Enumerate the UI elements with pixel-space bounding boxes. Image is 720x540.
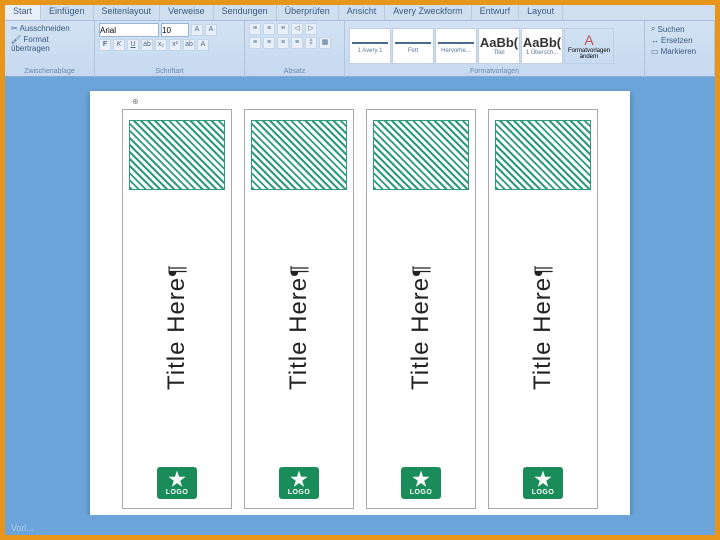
superscript-button[interactable]: x² [169,39,181,51]
label-title[interactable]: Title Here¶ [163,264,191,390]
page[interactable]: ⊕ Title Here¶ LOGO Title Here¶ LOGO Titl… [90,91,630,515]
search-icon: ⌕ [651,24,655,34]
font-size-select[interactable] [161,23,189,37]
logo-placeholder[interactable]: LOGO [523,467,563,499]
line-icon [438,38,474,48]
grow-font-button[interactable]: A [191,24,203,36]
tab-design[interactable]: Entwurf [472,5,520,20]
label-column[interactable]: Title Here¶ LOGO [244,109,354,509]
highlight-button[interactable]: ab [183,39,195,51]
indent-dec-button[interactable]: ◁ [291,23,303,35]
ribbon-tabs: Start Einfügen Seitenlayout Verweise Sen… [5,5,715,21]
label-table: Title Here¶ LOGO Title Here¶ LOGO Title … [114,109,606,509]
style-emphasis[interactable]: Hervorhe... [435,28,477,64]
anchor-icon: ⊕ [132,97,139,106]
indent-inc-button[interactable]: ▷ [305,23,317,35]
label-title[interactable]: Title Here¶ [407,264,435,390]
replace-button[interactable]: ↔Ersetzen [649,35,710,46]
strike-button[interactable]: ab [141,39,153,51]
bold-button[interactable]: F [99,39,111,51]
align-center-button[interactable]: ≡ [263,37,275,49]
pilcrow-icon: ¶ [164,264,189,277]
tab-mailings[interactable]: Sendungen [214,5,277,20]
font-family-select[interactable] [99,23,159,37]
tab-avery[interactable]: Avery Zweckform [385,5,471,20]
style-title[interactable]: AaBb(Titel [478,28,520,64]
logo-placeholder[interactable]: LOGO [279,467,319,499]
group-paragraph: ≡ ≡ ≡ ◁ ▷ ≡ ≡ ≡ ≡ ‡ ▦ Absatz [245,21,345,77]
cut-button[interactable]: ✂ Ausschneiden [9,23,90,34]
italic-button[interactable]: K [113,39,125,51]
tab-view[interactable]: Ansicht [339,5,386,20]
star-icon [412,471,430,489]
label-column[interactable]: Title Here¶ LOGO [488,109,598,509]
underline-button[interactable]: U [127,39,139,51]
letter-a-icon: A [584,32,593,48]
line-spacing-button[interactable]: ‡ [305,37,317,49]
hatched-box[interactable] [129,120,225,190]
numbering-button[interactable]: ≡ [263,23,275,35]
find-button[interactable]: ⌕Suchen [649,23,710,35]
align-right-button[interactable]: ≡ [277,37,289,49]
subscript-button[interactable]: x₂ [155,39,167,51]
tab-start[interactable]: Start [5,5,41,20]
select-button[interactable]: ▭Markieren [649,46,710,57]
shrink-font-button[interactable]: A [205,24,217,36]
star-icon [168,471,186,489]
multilevel-button[interactable]: ≡ [277,23,289,35]
group-label-styles: Formatvorlagen [349,68,640,75]
group-clipboard: ✂ Ausschneiden 🖌 Format übertragen Zwisc… [5,21,95,77]
group-label-paragraph: Absatz [249,68,340,75]
tab-references[interactable]: Verweise [160,5,214,20]
line-icon [395,38,431,48]
star-icon [290,471,308,489]
tab-layout[interactable]: Layout [519,5,563,20]
pilcrow-icon: ¶ [286,264,311,277]
align-left-button[interactable]: ≡ [249,37,261,49]
group-label-font: Schriftart [99,68,240,75]
tab-pagelayout[interactable]: Seitenlayout [94,5,161,20]
justify-button[interactable]: ≡ [291,37,303,49]
tab-insert[interactable]: Einfügen [41,5,94,20]
format-painter-button[interactable]: 🖌 Format übertragen [9,34,90,54]
hatched-box[interactable] [495,120,591,190]
logo-placeholder[interactable]: LOGO [157,467,197,499]
style-avery1[interactable]: 1 Avery 1 [349,28,391,64]
line-icon [352,38,388,48]
style-bold[interactable]: Fett [392,28,434,64]
label-title[interactable]: Title Here¶ [529,264,557,390]
label-column[interactable]: Title Here¶ LOGO [366,109,476,509]
hatched-box[interactable] [251,120,347,190]
label-title[interactable]: Title Here¶ [285,264,313,390]
change-styles-button[interactable]: AFormatvorlagen ändern [564,28,614,64]
group-styles: 1 Avery 1 Fett Hervorhe... AaBb(Titel Aa… [345,21,645,77]
group-font: A A F K U ab x₂ x² ab A Schriftart [95,21,245,77]
ribbon: Start Einfügen Seitenlayout Verweise Sen… [5,5,715,77]
label-column[interactable]: Title Here¶ LOGO [122,109,232,509]
cursor-icon: ▭ [651,47,659,56]
font-color-button[interactable]: A [197,39,209,51]
logo-placeholder[interactable]: LOGO [401,467,441,499]
hatched-box[interactable] [373,120,469,190]
style-heading1[interactable]: AaBb(1 Übersch... [521,28,563,64]
bullets-button[interactable]: ≡ [249,23,261,35]
pilcrow-icon: ¶ [530,264,555,277]
watermark: Vorl... [11,523,34,533]
document-area[interactable]: ⊕ Title Here¶ LOGO Title Here¶ LOGO Titl… [5,83,715,515]
tab-review[interactable]: Überprüfen [277,5,339,20]
shading-button[interactable]: ▦ [319,37,331,49]
group-editing: ⌕Suchen ↔Ersetzen ▭Markieren [645,21,715,77]
replace-icon: ↔ [651,36,659,45]
pilcrow-icon: ¶ [408,264,433,277]
group-label-clipboard: Zwischenablage [9,68,90,75]
star-icon [534,471,552,489]
